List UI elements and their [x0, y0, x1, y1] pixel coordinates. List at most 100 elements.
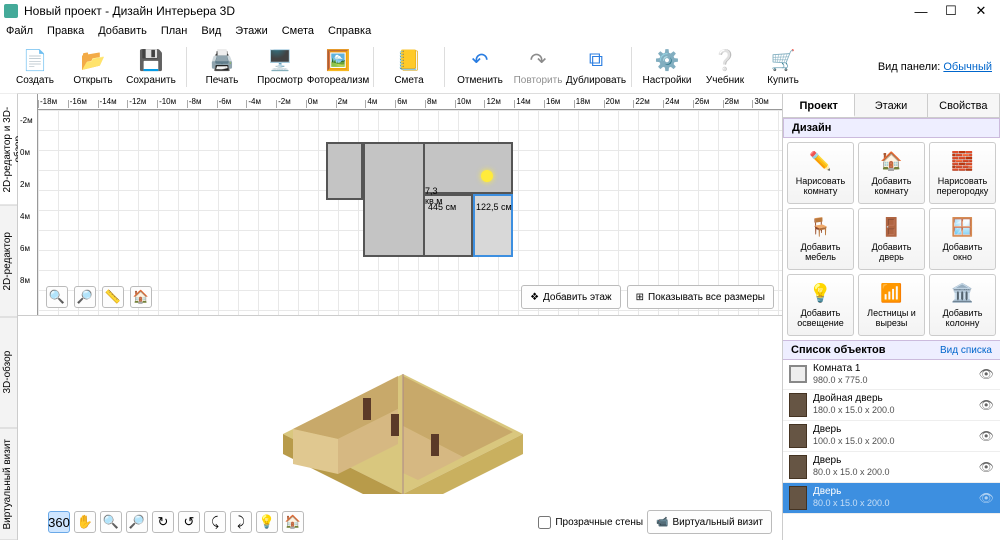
- vtab-3d[interactable]: 3D-обзор: [0, 317, 17, 429]
- objectlist-view-link[interactable]: Вид списка: [940, 345, 992, 356]
- menu-floors[interactable]: Этажи: [235, 25, 267, 37]
- design-btn-8[interactable]: 🏛️Добавитьколонну: [929, 274, 996, 336]
- picture-icon: 🖼️: [325, 47, 351, 73]
- tab-floors[interactable]: Этажи: [855, 94, 927, 117]
- close-button[interactable]: ✕: [966, 1, 996, 21]
- menu-budget[interactable]: Смета: [282, 25, 314, 37]
- tilt-down-button[interactable]: ⤸: [230, 511, 252, 533]
- redo-button[interactable]: ↷Повторить: [511, 42, 565, 92]
- vtab-2d-3d[interactable]: 2D-редактор и 3D-обзор: [0, 94, 17, 206]
- duplicate-button[interactable]: ⧉Дублировать: [569, 42, 623, 92]
- panel-mode-link[interactable]: Обычный: [943, 61, 992, 73]
- measure-button[interactable]: 📏: [102, 286, 124, 308]
- zoom-out-3d-button[interactable]: 🔍: [100, 511, 122, 533]
- photorealism-button[interactable]: 🖼️Фотореализм: [311, 42, 365, 92]
- door-icon: [789, 393, 807, 417]
- menu-add[interactable]: Добавить: [98, 25, 147, 37]
- design-btn-1[interactable]: 🏠Добавитькомнату: [858, 142, 925, 204]
- zoom-out-button[interactable]: 🔍: [46, 286, 68, 308]
- design-btn-3[interactable]: 🪑Добавитьмебель: [787, 208, 854, 270]
- gear-icon: ⚙️: [654, 47, 680, 73]
- object-item[interactable]: Комната 1980.0 x 775.0 👁: [783, 360, 1000, 390]
- tutorial-button[interactable]: ❔Учебник: [698, 42, 752, 92]
- menubar: Файл Правка Добавить План Вид Этажи Смет…: [0, 22, 1000, 40]
- object-item[interactable]: Дверь80.0 x 15.0 x 200.0 👁: [783, 483, 1000, 514]
- vtab-2d[interactable]: 2D-редактор: [0, 206, 17, 318]
- iso-render: [263, 334, 543, 494]
- print-button[interactable]: 🖨️Печать: [195, 42, 249, 92]
- plan-2d[interactable]: -2м 0м 2м 4м 6м 8м -18м-16м-14м-12м-10м-…: [18, 94, 782, 316]
- open-button[interactable]: 📂Открыть: [66, 42, 120, 92]
- right-panel: Проект Этажи Свойства Дизайн ✏️Нарисоват…: [782, 94, 1000, 540]
- rotate-cw-button[interactable]: ↻: [152, 511, 174, 533]
- budget-button[interactable]: 📒Смета: [382, 42, 436, 92]
- visibility-icon[interactable]: 👁: [979, 367, 994, 381]
- virtual-visit-button[interactable]: 📹 Виртуальный визит: [647, 510, 772, 534]
- tab-project[interactable]: Проект: [783, 94, 855, 117]
- monitor-icon: 🖥️: [267, 47, 293, 73]
- pan-button[interactable]: ✋: [74, 511, 96, 533]
- menu-plan[interactable]: План: [161, 25, 188, 37]
- design-btn-4[interactable]: 🚪Добавитьдверь: [858, 208, 925, 270]
- menu-view[interactable]: Вид: [201, 25, 221, 37]
- undo-button[interactable]: ↶Отменить: [453, 42, 507, 92]
- door-icon: [789, 424, 807, 448]
- door-icon: [789, 486, 807, 510]
- vtab-virtual[interactable]: Виртуальный визит: [0, 429, 17, 540]
- open-icon: 📂: [80, 47, 106, 73]
- orbit-360-button[interactable]: 360: [48, 511, 70, 533]
- minimize-button[interactable]: —: [906, 1, 936, 21]
- zoom-in-3d-button[interactable]: 🔎: [126, 511, 148, 533]
- door-icon: [789, 455, 807, 479]
- plan-toolbar: 🔍 🔎 📏 🏠 ❖ Добавить этаж ⊞ Показывать все…: [46, 285, 774, 309]
- design-icon: 🪟: [950, 215, 976, 241]
- visibility-icon[interactable]: 👁: [979, 491, 994, 505]
- design-icon: ✏️: [808, 149, 834, 175]
- ruler-vertical: -2м 0м 2м 4м 6м 8м: [18, 94, 38, 315]
- transparent-walls-checkbox[interactable]: Прозрачные стены: [538, 516, 643, 529]
- object-item[interactable]: Дверь80.0 x 15.0 x 200.0 👁: [783, 452, 1000, 483]
- home-button[interactable]: 🏠: [130, 286, 152, 308]
- design-icon: 💡: [808, 281, 834, 307]
- room-area: 7,3 кв.м: [425, 186, 442, 206]
- maximize-button[interactable]: ☐: [936, 1, 966, 21]
- buy-button[interactable]: 🛒Купить: [756, 42, 810, 92]
- objectlist-header: Список объектов: [791, 344, 885, 356]
- zoom-in-button[interactable]: 🔎: [74, 286, 96, 308]
- save-button[interactable]: 💾Сохранить: [124, 42, 178, 92]
- menu-help[interactable]: Справка: [328, 25, 371, 37]
- visibility-icon[interactable]: 👁: [979, 460, 994, 474]
- toolbar: 📄Создать 📂Открыть 💾Сохранить 🖨️Печать 🖥️…: [0, 40, 1000, 94]
- object-list: Комната 1980.0 x 775.0 👁 Двойная дверь18…: [783, 360, 1000, 540]
- design-icon: 🏛️: [950, 281, 976, 307]
- cart-icon: 🛒: [770, 47, 796, 73]
- menu-edit[interactable]: Правка: [47, 25, 84, 37]
- tilt-up-button[interactable]: ⤹: [204, 511, 226, 533]
- rotate-ccw-button[interactable]: ↺: [178, 511, 200, 533]
- menu-file[interactable]: Файл: [6, 25, 33, 37]
- design-btn-5[interactable]: 🪟Добавитьокно: [929, 208, 996, 270]
- object-item[interactable]: Дверь100.0 x 15.0 x 200.0 👁: [783, 421, 1000, 452]
- design-btn-0[interactable]: ✏️Нарисоватькомнату: [787, 142, 854, 204]
- preview-button[interactable]: 🖥️Просмотр: [253, 42, 307, 92]
- dim-depth: 122,5 см: [476, 202, 512, 212]
- preview-3d[interactable]: 360 ✋ 🔍 🔎 ↻ ↺ ⤹ ⤸ 💡 🏠 Прозрачные стены 📹…: [18, 316, 782, 540]
- object-item[interactable]: Двойная дверь180.0 x 15.0 x 200.0 👁: [783, 390, 1000, 421]
- notebook-icon: 📒: [396, 47, 422, 73]
- create-button[interactable]: 📄Создать: [8, 42, 62, 92]
- light-button[interactable]: 💡: [256, 511, 278, 533]
- undo-icon: ↶: [467, 47, 493, 73]
- help-icon: ❔: [712, 47, 738, 73]
- print-icon: 🖨️: [209, 47, 235, 73]
- visibility-icon[interactable]: 👁: [979, 398, 994, 412]
- visibility-icon[interactable]: 👁: [979, 429, 994, 443]
- settings-button[interactable]: ⚙️Настройки: [640, 42, 694, 92]
- tab-properties[interactable]: Свойства: [928, 94, 1000, 117]
- design-btn-7[interactable]: 📶Лестницы ивырезы: [858, 274, 925, 336]
- design-btn-2[interactable]: 🧱Нарисоватьперегородку: [929, 142, 996, 204]
- home-3d-button[interactable]: 🏠: [282, 511, 304, 533]
- design-icon: 🏠: [879, 149, 905, 175]
- design-btn-6[interactable]: 💡Добавитьосвещение: [787, 274, 854, 336]
- add-floor-button[interactable]: ❖ Добавить этаж: [521, 285, 621, 309]
- show-dims-button[interactable]: ⊞ Показывать все размеры: [627, 285, 774, 309]
